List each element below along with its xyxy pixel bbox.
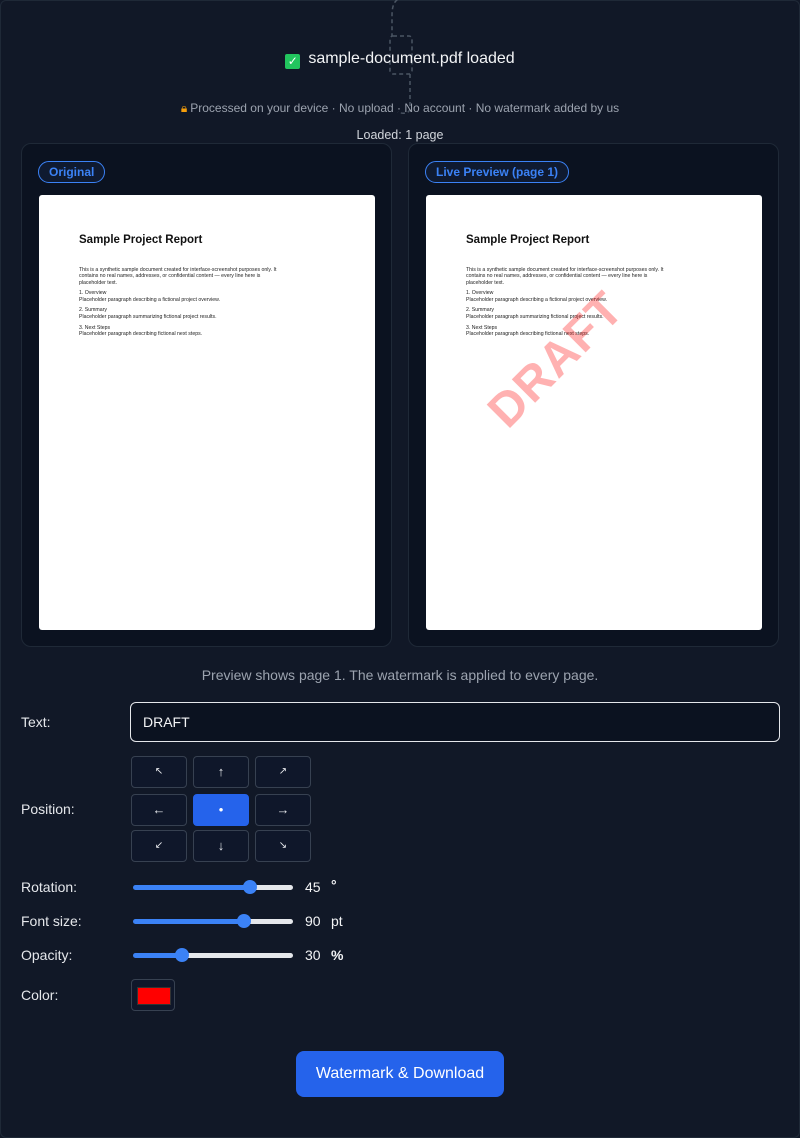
opacity-value: 30 xyxy=(305,947,321,963)
font-size-label: Font size: xyxy=(21,913,82,929)
file-loaded-status: ✓ sample-document.pdf loaded xyxy=(0,50,800,69)
font-size-slider-thumb[interactable] xyxy=(237,914,251,928)
rotation-slider[interactable] xyxy=(133,880,293,894)
color-picker[interactable] xyxy=(131,979,175,1011)
file-loaded-text: sample-document.pdf loaded xyxy=(308,50,515,67)
watermark-download-button[interactable]: Watermark & Download xyxy=(296,1051,504,1097)
original-page: Sample Project Report This is a syntheti… xyxy=(39,195,375,630)
opacity-label: Opacity: xyxy=(21,947,73,963)
preview-panel: Live Preview (page 1) Sample Project Rep… xyxy=(408,143,779,647)
preview-badge: Live Preview (page 1) xyxy=(425,161,570,183)
rotation-slider-thumb[interactable] xyxy=(243,880,257,894)
watermark-text-input[interactable]: DRAFT xyxy=(130,702,780,742)
font-size-value: 90 xyxy=(305,913,321,929)
position-center-button[interactable]: • xyxy=(193,794,249,826)
font-size-unit: pt xyxy=(331,913,343,929)
position-top-right-button[interactable]: ↗ xyxy=(255,756,311,788)
rotation-label: Rotation: xyxy=(21,879,78,895)
privacy-note: 🔒︎ Processed on your device · No upload ·… xyxy=(0,101,800,116)
checkmark-icon: ✓ xyxy=(285,54,301,69)
doc-title: Sample Project Report xyxy=(79,234,203,246)
position-top-button[interactable]: ↑ xyxy=(193,756,249,788)
color-preview xyxy=(137,987,171,1005)
rotation-unit: ° xyxy=(331,877,337,893)
rotation-value: 45 xyxy=(305,879,321,895)
preview-page: Sample Project Report This is a syntheti… xyxy=(426,195,762,630)
original-panel: Original Sample Project Report This is a… xyxy=(21,143,392,647)
doc-intro: This is a synthetic sample document crea… xyxy=(466,267,664,286)
position-bottom-button[interactable]: ↓ xyxy=(193,830,249,862)
text-label: Text: xyxy=(21,714,51,730)
original-badge: Original xyxy=(38,161,106,183)
lock-icon: 🔒︎ xyxy=(180,101,188,115)
opacity-unit: % xyxy=(331,947,344,963)
position-bottom-left-button[interactable]: ↙ xyxy=(131,830,187,862)
doc-section: 1. Overview Placeholder paragraph describ… xyxy=(79,290,221,303)
font-size-slider[interactable] xyxy=(133,914,293,928)
doc-section: 2. Summary Placeholder paragraph summariz… xyxy=(79,307,217,320)
color-label: Color: xyxy=(21,987,59,1003)
doc-title: Sample Project Report xyxy=(466,234,590,246)
privacy-text: Processed on your device · No upload · N… xyxy=(190,101,620,115)
pages-loaded-text: Loaded: 1 page xyxy=(356,128,444,142)
position-left-button[interactable]: ← xyxy=(131,794,187,826)
position-label: Position: xyxy=(21,801,75,817)
position-bottom-right-button[interactable]: ↘ xyxy=(255,830,311,862)
position-right-button[interactable]: → xyxy=(255,794,311,826)
opacity-slider-thumb[interactable] xyxy=(175,948,189,962)
doc-body: This is a synthetic sample document crea… xyxy=(79,267,279,342)
opacity-slider[interactable] xyxy=(133,948,293,962)
doc-section: 1. Overview Placeholder paragraph describ… xyxy=(466,290,608,303)
doc-section: 3. Next Steps Placeholder paragraph descr… xyxy=(79,324,203,337)
preview-note: Preview shows page 1. The watermark is a… xyxy=(201,667,599,683)
position-top-left-button[interactable]: ↖ xyxy=(131,756,187,788)
doc-intro: This is a synthetic sample document crea… xyxy=(79,267,277,286)
